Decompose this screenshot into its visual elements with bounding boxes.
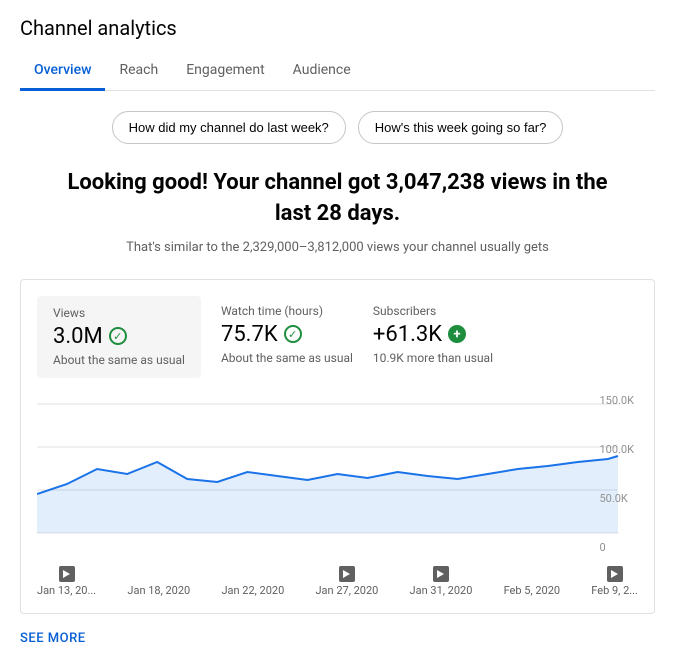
stat-subscribers-value: +61.3K (373, 322, 442, 347)
stat-watchtime-value: 75.7K (221, 322, 278, 347)
tab-engagement[interactable]: Engagement (172, 52, 278, 91)
stat-views: Views 3.0M ✓ About the same as usual (37, 296, 201, 379)
stat-views-check-icon: ✓ (109, 327, 127, 345)
stat-views-label: Views (53, 306, 185, 320)
stat-subscribers: Subscribers +61.3K + 10.9K more than usu… (373, 296, 513, 379)
x-date-jan27: Jan 27, 2020 (315, 584, 378, 597)
chart-area: 150.0K 100.0K 50.0K 0 (37, 394, 638, 554)
y-label-50k: 50.0K (599, 492, 634, 505)
stat-subscribers-desc: 10.9K more than usual (373, 351, 493, 367)
x-date-feb5: Feb 5, 2020 (504, 584, 561, 597)
tab-audience[interactable]: Audience (279, 52, 365, 91)
quick-link-last-week[interactable]: How did my channel do last week? (112, 111, 346, 144)
stat-watchtime: Watch time (hours) 75.7K ✓ About the sam… (221, 296, 373, 379)
subheadline: That's similar to the 2,329,000–3,812,00… (20, 240, 655, 255)
stat-subscribers-plus-icon: + (448, 325, 466, 343)
headline: Looking good! Your channel got 3,047,238… (48, 168, 628, 230)
quick-links: How did my channel do last week? How's t… (20, 111, 655, 144)
stat-subscribers-value-row: +61.3K + (373, 322, 493, 347)
stat-watchtime-check-icon: ✓ (284, 325, 302, 343)
tabs-nav: Overview Reach Engagement Audience (20, 52, 655, 91)
stat-watchtime-value-row: 75.7K ✓ (221, 322, 353, 347)
x-label-jan18: Jan 18, 2020 (127, 566, 190, 597)
stat-views-value-row: 3.0M ✓ (53, 324, 185, 349)
stat-views-value: 3.0M (53, 324, 103, 349)
y-label-100k: 100.0K (599, 443, 634, 456)
page-title: Channel analytics (20, 16, 655, 40)
x-label-jan22: Jan 22, 2020 (221, 566, 284, 597)
x-date-jan31: Jan 31, 2020 (410, 584, 473, 597)
x-label-jan31: Jan 31, 2020 (410, 566, 473, 597)
page-container: Channel analytics Overview Reach Engagem… (0, 0, 675, 662)
stat-watchtime-desc: About the same as usual (221, 351, 353, 367)
y-label-0: 0 (599, 541, 634, 554)
y-label-150k: 150.0K (599, 394, 634, 407)
x-label-feb9: Feb 9, 2... (591, 566, 638, 597)
chart-svg (37, 394, 638, 554)
x-date-jan13: Jan 13, 20... (37, 584, 96, 597)
see-more-link[interactable]: SEE MORE (20, 631, 86, 646)
tab-overview[interactable]: Overview (20, 52, 105, 91)
stats-chart-card: Views 3.0M ✓ About the same as usual Wat… (20, 279, 655, 615)
tab-reach[interactable]: Reach (105, 52, 172, 91)
stats-row: Views 3.0M ✓ About the same as usual Wat… (37, 296, 638, 379)
x-label-feb5: Feb 5, 2020 (504, 566, 561, 597)
x-date-jan18: Jan 18, 2020 (127, 584, 190, 597)
video-marker-jan31 (433, 566, 449, 582)
stat-subscribers-label: Subscribers (373, 304, 493, 318)
stat-views-desc: About the same as usual (53, 353, 185, 369)
x-label-jan27: Jan 27, 2020 (315, 566, 378, 597)
x-date-feb9: Feb 9, 2... (591, 584, 638, 597)
x-label-jan13: Jan 13, 20... (37, 566, 96, 597)
chart-y-labels: 150.0K 100.0K 50.0K 0 (595, 394, 638, 554)
video-marker-feb9 (607, 566, 623, 582)
video-marker-jan27 (339, 566, 355, 582)
quick-link-this-week[interactable]: How's this week going so far? (358, 111, 564, 144)
video-marker-jan13 (59, 566, 75, 582)
x-date-jan22: Jan 22, 2020 (221, 584, 284, 597)
chart-x-labels: Jan 13, 20... Jan 18, 2020 Jan 22, 2020 … (37, 562, 638, 597)
stat-watchtime-label: Watch time (hours) (221, 304, 353, 318)
